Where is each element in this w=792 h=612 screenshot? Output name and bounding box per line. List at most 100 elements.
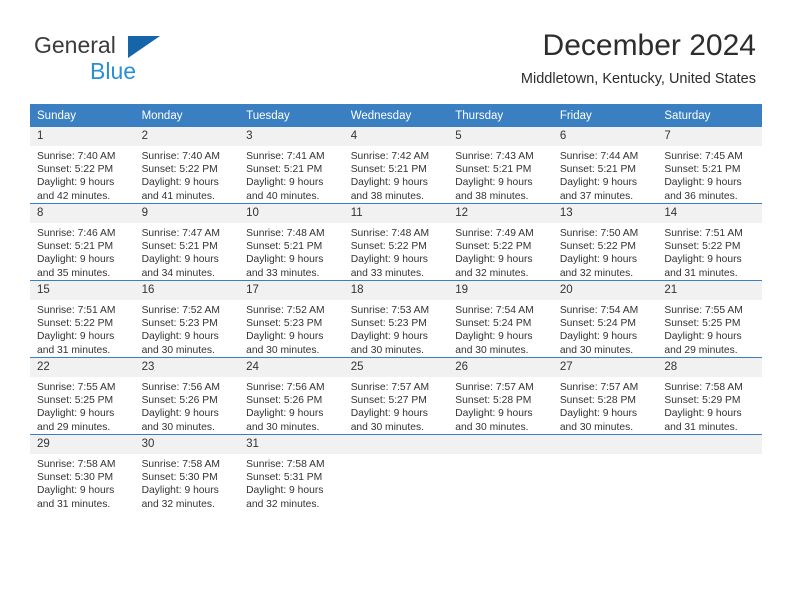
sunset-time: Sunset: 5:31 PM — [246, 472, 323, 484]
day-cell[interactable]: 8 Sunrise: 7:46 AM Sunset: 5:21 PM Daylight… — [30, 203, 135, 281]
day-cell[interactable]: 24 Sunrise: 7:56 AM Sunset: 5:26 PM Dayligh… — [239, 357, 344, 435]
daylight-duration-line2: and 35 minutes. — [37, 267, 111, 279]
day-number: 15 — [30, 281, 135, 300]
day-cell[interactable]: 27 Sunrise: 7:57 AM Sunset: 5:28 PM Dayligh… — [552, 357, 658, 435]
weekday-header-tuesday: Tuesday — [239, 104, 344, 127]
daylight-duration-line2: and 30 minutes. — [350, 421, 424, 433]
daylight-duration-line2: and 30 minutes. — [246, 344, 320, 356]
day-cell[interactable]: 4 Sunrise: 7:42 AM Sunset: 5:21 PM Daylight… — [343, 127, 449, 204]
day-cell[interactable]: 31 Sunrise: 7:58 AM Sunset: 5:31 PM Dayligh… — [239, 434, 344, 511]
day-number: 7 — [657, 127, 762, 146]
day-cell-empty — [552, 434, 658, 511]
daylight-duration-line1: Daylight: 9 hours — [246, 485, 324, 497]
day-cell[interactable]: 11 Sunrise: 7:48 AM Sunset: 5:22 PM Dayligh… — [343, 203, 449, 281]
day-cell[interactable]: 14 Sunrise: 7:51 AM Sunset: 5:22 PM Dayligh… — [657, 203, 762, 281]
day-cell[interactable]: 25 Sunrise: 7:57 AM Sunset: 5:27 PM Dayligh… — [343, 357, 449, 435]
day-cell[interactable]: 5 Sunrise: 7:43 AM Sunset: 5:21 PM Daylight… — [448, 127, 553, 204]
day-cell[interactable]: 10 Sunrise: 7:48 AM Sunset: 5:21 PM Dayligh… — [239, 203, 344, 281]
daylight-duration-line1: Daylight: 9 hours — [246, 177, 324, 189]
daylight-duration-line2: and 42 minutes. — [37, 190, 111, 202]
day-details: Sunrise: 7:56 AM Sunset: 5:26 PM Daylight:… — [239, 377, 344, 434]
brand-logo[interactable]: General Blue — [34, 32, 214, 84]
weekday-header-monday: Monday — [134, 104, 240, 127]
day-number — [657, 435, 762, 454]
day-details: Sunrise: 7:55 AM Sunset: 5:25 PM Daylight:… — [30, 377, 135, 434]
day-cell[interactable]: 29 Sunrise: 7:58 AM Sunset: 5:30 PM Dayligh… — [30, 434, 135, 511]
sunset-time: Sunset: 5:22 PM — [37, 164, 114, 176]
day-cell[interactable]: 20 Sunrise: 7:54 AM Sunset: 5:24 PM Dayligh… — [552, 280, 658, 358]
day-details: Sunrise: 7:58 AM Sunset: 5:31 PM Daylight:… — [239, 454, 344, 511]
daylight-duration-line2: and 34 minutes. — [141, 267, 215, 279]
daylight-duration-line2: and 29 minutes. — [664, 344, 738, 356]
day-cell[interactable]: 6 Sunrise: 7:44 AM Sunset: 5:21 PM Daylight… — [552, 127, 658, 204]
day-cell[interactable]: 1 Sunrise: 7:40 AM Sunset: 5:22 PM Daylight… — [30, 127, 135, 204]
daylight-duration-line2: and 32 minutes. — [246, 498, 320, 510]
daylight-duration-line1: Daylight: 9 hours — [141, 331, 219, 343]
day-cell[interactable]: 28 Sunrise: 7:58 AM Sunset: 5:29 PM Dayligh… — [657, 357, 762, 435]
daylight-duration-line1: Daylight: 9 hours — [455, 331, 533, 343]
day-cell-empty — [343, 434, 449, 511]
day-cell[interactable]: 3 Sunrise: 7:41 AM Sunset: 5:21 PM Daylight… — [239, 127, 344, 204]
daylight-duration-line1: Daylight: 9 hours — [455, 408, 533, 420]
day-number — [343, 435, 449, 454]
day-cell[interactable]: 17 Sunrise: 7:52 AM Sunset: 5:23 PM Dayligh… — [239, 280, 344, 358]
sunset-time: Sunset: 5:26 PM — [246, 395, 323, 407]
page-title: December 2024 — [542, 29, 756, 62]
sunset-time: Sunset: 5:28 PM — [559, 395, 636, 407]
day-cell[interactable]: 9 Sunrise: 7:47 AM Sunset: 5:21 PM Daylight… — [134, 203, 240, 281]
day-cell[interactable]: 18 Sunrise: 7:53 AM Sunset: 5:23 PM Dayligh… — [343, 280, 449, 358]
day-cell[interactable]: 7 Sunrise: 7:45 AM Sunset: 5:21 PM Daylight… — [657, 127, 762, 204]
title-block: December 2024 Middletown, Kentucky, Unit… — [521, 28, 756, 88]
sunset-time: Sunset: 5:21 PM — [455, 164, 532, 176]
brand-logo-top-row: General — [34, 32, 214, 59]
day-number: 12 — [448, 204, 553, 223]
day-cell[interactable]: 13 Sunrise: 7:50 AM Sunset: 5:22 PM Dayligh… — [552, 203, 658, 281]
sunrise-sunset-calendar: Sunday Monday Tuesday Wednesday Thursday Frid… — [30, 104, 762, 511]
day-cell[interactable]: 15 Sunrise: 7:51 AM Sunset: 5:22 PM Dayligh… — [30, 280, 135, 358]
day-cell[interactable]: 2 Sunrise: 7:40 AM Sunset: 5:22 PM Daylight… — [134, 127, 240, 204]
day-details: Sunrise: 7:56 AM Sunset: 5:26 PM Daylight:… — [135, 377, 240, 434]
day-number: 21 — [657, 281, 762, 300]
day-cell[interactable]: 23 Sunrise: 7:56 AM Sunset: 5:26 PM Dayligh… — [134, 357, 240, 435]
daylight-duration-line1: Daylight: 9 hours — [141, 177, 219, 189]
brand-name-blue: Blue — [90, 58, 137, 84]
daylight-duration-line1: Daylight: 9 hours — [37, 485, 115, 497]
sunset-time: Sunset: 5:22 PM — [664, 241, 741, 253]
sunset-time: Sunset: 5:28 PM — [455, 395, 532, 407]
day-cell[interactable]: 21 Sunrise: 7:55 AM Sunset: 5:25 PM Dayligh… — [657, 280, 762, 358]
day-number: 2 — [134, 127, 240, 146]
sunrise-time: Sunrise: 7:52 AM — [246, 305, 325, 316]
daylight-duration-line1: Daylight: 9 hours — [559, 408, 638, 420]
day-cell[interactable]: 22 Sunrise: 7:55 AM Sunset: 5:25 PM Dayligh… — [30, 357, 135, 435]
day-details: Sunrise: 7:57 AM Sunset: 5:28 PM Daylight:… — [553, 377, 658, 434]
day-cell[interactable]: 26 Sunrise: 7:57 AM Sunset: 5:28 PM Dayligh… — [448, 357, 553, 435]
sunrise-time: Sunrise: 7:48 AM — [350, 228, 430, 239]
day-cell[interactable]: 30 Sunrise: 7:58 AM Sunset: 5:30 PM Dayligh… — [134, 434, 240, 511]
day-details: Sunrise: 7:48 AM Sunset: 5:21 PM Daylight:… — [239, 223, 344, 280]
sunrise-time: Sunrise: 7:58 AM — [664, 382, 743, 393]
sunset-time: Sunset: 5:22 PM — [141, 164, 218, 176]
weekday-header-wednesday: Wednesday — [343, 104, 449, 127]
calendar-week-row: 8 Sunrise: 7:46 AM Sunset: 5:21 PM Daylight… — [30, 203, 762, 281]
calendar-week-row: 1 Sunrise: 7:40 AM Sunset: 5:22 PM Daylight… — [30, 127, 762, 204]
day-details: Sunrise: 7:41 AM Sunset: 5:21 PM Daylight:… — [239, 146, 344, 203]
calendar-week-row: 22 Sunrise: 7:55 AM Sunset: 5:25 PM Dayligh… — [30, 357, 762, 435]
daylight-duration-line2: and 31 minutes. — [37, 344, 111, 356]
day-cell[interactable]: 19 Sunrise: 7:54 AM Sunset: 5:24 PM Dayligh… — [448, 280, 553, 358]
day-details: Sunrise: 7:51 AM Sunset: 5:22 PM Daylight:… — [30, 300, 135, 357]
sunrise-time: Sunrise: 7:42 AM — [350, 151, 430, 162]
daylight-duration-line1: Daylight: 9 hours — [350, 254, 428, 266]
sunrise-time: Sunrise: 7:58 AM — [246, 459, 325, 470]
sunrise-time: Sunrise: 7:40 AM — [141, 151, 220, 162]
sunrise-time: Sunrise: 7:58 AM — [37, 459, 116, 470]
daylight-duration-line1: Daylight: 9 hours — [141, 485, 219, 497]
daylight-duration-line2: and 30 minutes. — [559, 421, 634, 433]
day-cell[interactable]: 12 Sunrise: 7:49 AM Sunset: 5:22 PM Dayligh… — [448, 203, 553, 281]
daylight-duration-line2: and 41 minutes. — [141, 190, 215, 202]
daylight-duration-line2: and 30 minutes. — [559, 344, 634, 356]
sunrise-time: Sunrise: 7:57 AM — [559, 382, 639, 393]
calendar-week-row: 15 Sunrise: 7:51 AM Sunset: 5:22 PM Dayligh… — [30, 280, 762, 358]
day-number: 3 — [239, 127, 344, 146]
day-cell[interactable]: 16 Sunrise: 7:52 AM Sunset: 5:23 PM Dayligh… — [134, 280, 240, 358]
day-number: 8 — [30, 204, 135, 223]
